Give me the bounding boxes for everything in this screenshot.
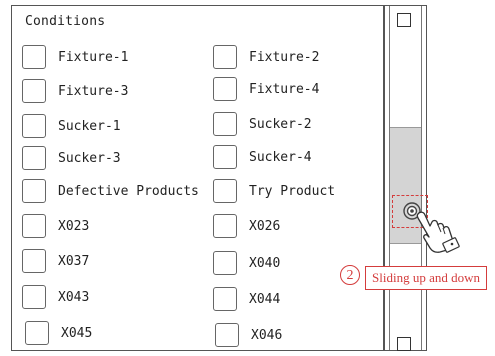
condition-fixture-3[interactable]: Fixture-3 [22,78,128,104]
checkbox-label: Fixture-4 [249,81,320,97]
condition-fixture-4[interactable]: Fixture-4 [213,76,319,102]
condition-x037[interactable]: X037 [22,248,89,274]
pointing-hand-icon [416,211,460,253]
vertical-scrollbar[interactable] [384,5,427,351]
condition-sucker-1[interactable]: Sucker-1 [22,113,121,139]
checkbox[interactable] [22,146,46,170]
checkbox[interactable] [25,321,49,345]
checkbox-label: Defective Products [58,183,199,199]
panel-title: Conditions [25,14,106,29]
checkbox[interactable] [213,287,237,311]
condition-x043[interactable]: X043 [22,284,89,310]
checkbox[interactable] [213,214,237,238]
condition-defective-products[interactable]: Defective Products [22,178,199,204]
checkbox-label: Sucker-2 [249,116,312,132]
checkbox[interactable] [22,285,46,309]
condition-x026[interactable]: X026 [213,213,280,239]
checkbox[interactable] [22,249,46,273]
condition-fixture-1[interactable]: Fixture-1 [22,44,128,70]
checkbox[interactable] [213,251,237,275]
checkbox[interactable] [213,112,237,136]
checkbox[interactable] [22,114,46,138]
checkbox-label: X023 [58,218,90,234]
scroll-track-line [421,6,422,350]
checkbox[interactable] [213,45,237,69]
condition-sucker-4[interactable]: Sucker-4 [213,144,312,170]
conditions-panel: Conditions Fixture-1 Fixture-2 Fixture-3… [11,5,384,351]
checkbox-label: Sucker-1 [58,118,121,134]
condition-x023[interactable]: X023 [22,213,89,239]
condition-x046[interactable]: X046 [215,322,282,348]
condition-try-product[interactable]: Try Product [213,178,335,204]
scroll-up-button[interactable] [397,13,411,27]
step-number-badge: 2 [340,265,360,285]
checkbox[interactable] [22,79,46,103]
checkbox[interactable] [215,323,239,347]
checkbox-label: X045 [61,325,93,341]
checkbox-label: X040 [249,255,281,271]
checkbox[interactable] [22,179,46,203]
checkbox-label: Try Product [249,183,336,199]
annotation-label: Sliding up and down [365,266,487,290]
scroll-down-button[interactable] [397,337,411,351]
checkbox[interactable] [213,179,237,203]
checkbox-label: Fixture-1 [58,49,129,65]
checkbox[interactable] [213,77,237,101]
checkbox[interactable] [22,45,46,69]
checkbox-label: X043 [58,289,90,305]
checkbox-label: Sucker-3 [58,150,121,166]
checkbox-label: Fixture-2 [249,49,320,65]
condition-x044[interactable]: X044 [213,286,280,312]
condition-x040[interactable]: X040 [213,250,280,276]
condition-sucker-2[interactable]: Sucker-2 [213,111,312,137]
condition-sucker-3[interactable]: Sucker-3 [22,145,121,171]
checkbox[interactable] [213,145,237,169]
condition-x045[interactable]: X045 [25,320,92,346]
checkbox[interactable] [22,214,46,238]
condition-fixture-2[interactable]: Fixture-2 [213,44,319,70]
checkbox-label: X026 [249,218,281,234]
checkbox-label: Fixture-3 [58,83,129,99]
checkbox-label: Sucker-4 [249,149,312,165]
checkbox-label: X037 [58,253,90,269]
checkbox-label: X046 [251,327,283,343]
checkbox-label: X044 [249,291,281,307]
